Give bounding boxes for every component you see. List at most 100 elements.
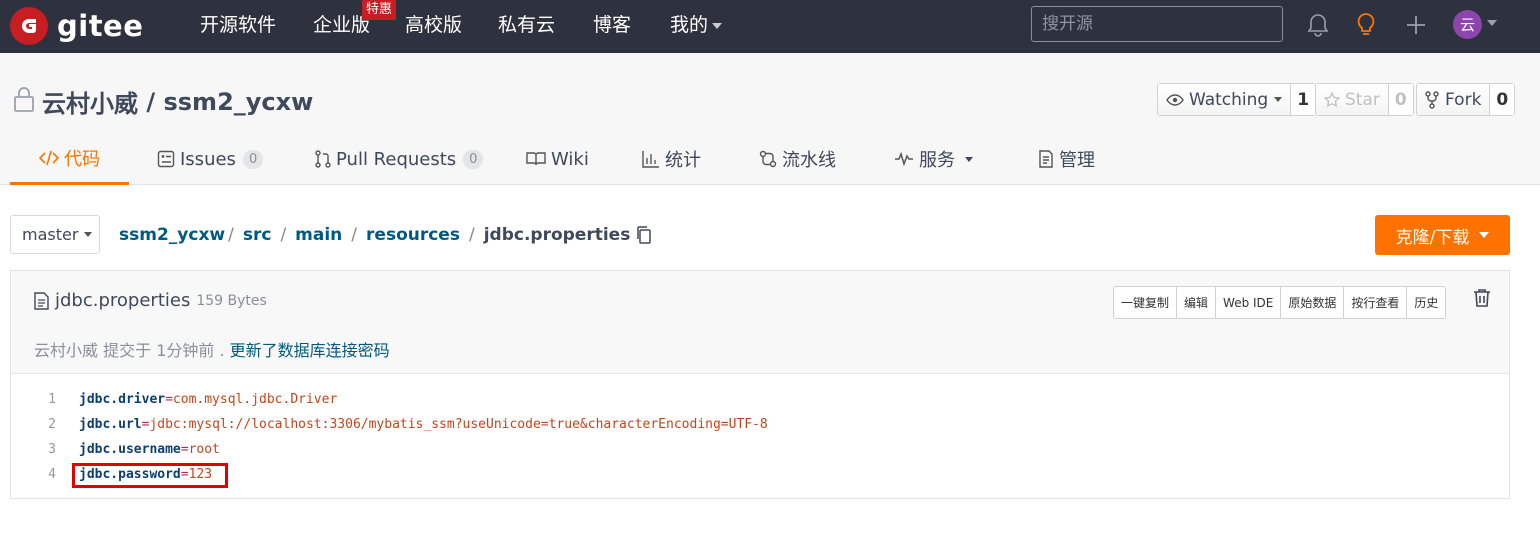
lock-icon [12, 85, 36, 119]
tab-pull-requests-label: Pull Requests [336, 148, 457, 170]
commit-meta: 提交于 1分钟前 . [103, 341, 225, 360]
star-icon [1324, 91, 1340, 108]
lightbulb-icon[interactable] [1351, 10, 1381, 40]
breadcrumb: ssm2_ycxw / src / main / resources / jdb… [119, 225, 652, 245]
fork-count[interactable]: 0 [1490, 84, 1515, 115]
line-number[interactable]: 1 [11, 387, 56, 412]
property-operator: = [165, 392, 173, 407]
repo-owner-link[interactable]: 云村小威 [42, 84, 138, 119]
breadcrumb-src-link[interactable]: src [243, 225, 272, 245]
blame-button[interactable]: 按行查看 [1344, 287, 1408, 318]
property-value: com.mysql.jdbc.Driver [172, 392, 338, 407]
commit-message-link[interactable]: 更新了数据库连接密码 [230, 341, 390, 360]
fork-icon [1425, 90, 1439, 109]
top-navbar: gitee 开源软件 企业版 特惠 高校版 私有云 博客 我的 云 [0, 0, 1540, 53]
gitee-logo[interactable]: gitee [10, 7, 143, 45]
tab-pull-requests[interactable]: Pull Requests 0 [315, 133, 484, 185]
line-number[interactable]: 4 [11, 462, 56, 487]
history-button[interactable]: 历史 [1407, 287, 1445, 318]
trash-icon[interactable] [1473, 288, 1491, 312]
nav-private-cloud[interactable]: 私有云 [498, 13, 555, 37]
tab-services[interactable]: 服务 [894, 133, 973, 185]
repo-title: 云村小威 / ssm2_ycxw [12, 84, 313, 119]
avatar-chevron-down-icon[interactable] [1487, 20, 1497, 26]
star-count[interactable]: 0 [1388, 84, 1413, 115]
nav-mine[interactable]: 我的 [670, 13, 723, 37]
tab-wiki[interactable]: Wiki [526, 133, 589, 185]
tab-services-label: 服务 [919, 150, 955, 171]
brand-name: gitee [57, 9, 144, 43]
fork-button[interactable]: Fork [1417, 84, 1491, 115]
code-line: 2 jdbc.url=jdbc:mysql://localhost:3306/m… [11, 412, 1509, 437]
edit-button[interactable]: 编辑 [1177, 287, 1217, 318]
tab-manage-label: 管理 [1059, 150, 1095, 171]
raw-button[interactable]: 原始数据 [1281, 287, 1345, 318]
chevron-down-icon [965, 156, 973, 162]
nav-education[interactable]: 高校版 [405, 13, 462, 37]
clone-download-label: 克隆/下载 [1395, 227, 1470, 248]
chevron-down-icon [1479, 232, 1490, 238]
watch-button-group: Watching 1 [1157, 83, 1317, 116]
breadcrumb-main-link[interactable]: main [295, 225, 342, 245]
copy-path-icon[interactable] [636, 226, 652, 244]
file-icon [34, 291, 49, 310]
line-number[interactable]: 2 [11, 412, 56, 437]
nav-open-source[interactable]: 开源软件 [200, 13, 276, 37]
breadcrumb-separator: / [228, 225, 234, 245]
breadcrumb-separator: / [280, 225, 287, 245]
tab-wiki-label: Wiki [551, 148, 589, 170]
manage-icon [1038, 150, 1054, 168]
search-input[interactable] [1031, 6, 1283, 42]
property-key: jdbc.driver [79, 392, 166, 407]
eye-icon [1166, 93, 1184, 106]
tab-issues[interactable]: Issues 0 [157, 133, 264, 185]
clone-download-button[interactable]: 克隆/下载 [1375, 215, 1510, 255]
pull-requests-count-badge: 0 [463, 149, 484, 169]
breadcrumb-separator: / [351, 225, 358, 245]
line-content: jdbc.driver=com.mysql.jdbc.Driver [79, 387, 337, 412]
branch-name: master [22, 225, 79, 244]
commit-author: 云村小威 [34, 341, 99, 360]
code-view: 1 jdbc.driver=com.mysql.jdbc.Driver 2 jd… [11, 387, 1509, 488]
tab-code-label: 代码 [64, 148, 100, 170]
tab-pipeline[interactable]: 流水线 [759, 133, 836, 185]
tab-manage[interactable]: 管理 [1038, 133, 1095, 185]
nav-blog[interactable]: 博客 [593, 13, 631, 37]
wiki-book-icon [526, 151, 546, 167]
fork-button-group: Fork 0 [1416, 83, 1516, 116]
fork-label: Fork [1445, 89, 1482, 110]
avatar[interactable]: 云 [1453, 10, 1482, 39]
issues-icon [157, 150, 175, 168]
star-button[interactable]: Star [1316, 84, 1389, 115]
watch-button[interactable]: Watching [1158, 84, 1292, 115]
tab-stats[interactable]: 统计 [642, 133, 701, 185]
copy-all-button[interactable]: 一键复制 [1114, 287, 1178, 318]
repo-name-link[interactable]: ssm2_ycxw [163, 88, 313, 116]
bar-chart-icon [642, 150, 660, 168]
property-operator: = [180, 442, 189, 457]
branch-selector[interactable]: master [10, 215, 100, 254]
code-line: 4 jdbc.password=123 [11, 462, 1509, 487]
line-content: jdbc.url=jdbc:mysql://localhost:3306/myb… [79, 412, 768, 437]
issues-count-badge: 0 [242, 149, 264, 169]
tab-code[interactable]: 代码 [10, 133, 129, 185]
watch-count[interactable]: 1 [1291, 84, 1316, 115]
star-label: Star [1345, 89, 1380, 110]
file-viewer: jdbc.properties 159 Bytes 一键复制 编辑 Web ID… [10, 270, 1510, 499]
breadcrumb-current-file: jdbc.properties [483, 225, 631, 245]
property-value: root [188, 442, 220, 457]
pulse-icon [894, 152, 914, 166]
repo-title-separator: / [138, 87, 164, 116]
bell-icon[interactable] [1303, 10, 1333, 40]
code-icon [39, 150, 59, 166]
file-header: jdbc.properties 159 Bytes 一键复制 编辑 Web ID… [11, 271, 1509, 374]
breadcrumb-separator: / [468, 225, 475, 245]
line-content: jdbc.username=root [79, 437, 220, 462]
plus-icon[interactable] [1401, 10, 1431, 40]
highlight-annotation-box [72, 463, 228, 488]
web-ide-button[interactable]: Web IDE [1216, 287, 1282, 318]
line-number[interactable]: 3 [11, 437, 56, 462]
breadcrumb-resources-link[interactable]: resources [366, 225, 460, 245]
breadcrumb-repo-link[interactable]: ssm2_ycxw [119, 225, 225, 245]
promo-badge: 特惠 [362, 0, 397, 20]
